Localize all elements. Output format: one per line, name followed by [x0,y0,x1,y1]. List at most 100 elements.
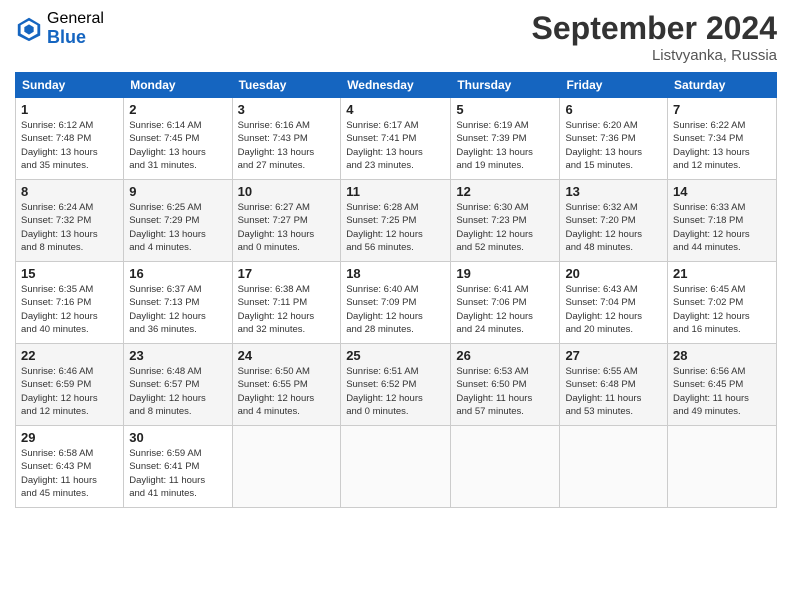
calendar-cell: 6Sunrise: 6:20 AM Sunset: 7:36 PM Daylig… [560,98,668,180]
day-number: 17 [238,266,336,281]
day-number: 5 [456,102,554,117]
day-number: 24 [238,348,336,363]
day-number: 2 [129,102,226,117]
calendar-cell: 18Sunrise: 6:40 AM Sunset: 7:09 PM Dayli… [341,262,451,344]
weekday-header-monday: Monday [124,73,232,98]
day-info: Sunrise: 6:25 AM Sunset: 7:29 PM Dayligh… [129,201,226,254]
day-number: 21 [673,266,771,281]
day-info: Sunrise: 6:35 AM Sunset: 7:16 PM Dayligh… [21,283,118,336]
calendar-cell [341,426,451,508]
day-info: Sunrise: 6:56 AM Sunset: 6:45 PM Dayligh… [673,365,771,418]
calendar-cell: 11 Sunrise: 6:28 AM Sunset: 7:25 PM Dayli… [341,180,451,262]
weekday-header-wednesday: Wednesday [341,73,451,98]
day-info: Sunrise: 6:24 AM Sunset: 7:32 PM Dayligh… [21,201,118,254]
day-number: 4 [346,102,445,117]
day-number: 3 [238,102,336,117]
day-info: Sunrise: 6:33 AM Sunset: 7:18 PM Dayligh… [673,201,771,254]
calendar-cell: 17 Sunrise: 6:38 AM Sunset: 7:11 PM Dayli… [232,262,341,344]
weekday-header-friday: Friday [560,73,668,98]
day-number: 14 [673,184,771,199]
day-info: Sunrise: 6:41 AM Sunset: 7:06 PM Dayligh… [456,283,554,336]
day-info: Sunrise: 6:30 AM Sunset: 7:23 PM Dayligh… [456,201,554,254]
day-info: Sunrise: 6:37 AM Sunset: 7:13 PM Dayligh… [129,283,226,336]
calendar-cell: 9 Sunrise: 6:25 AM Sunset: 7:29 PM Daylig… [124,180,232,262]
day-number: 16 [129,266,226,281]
logo: General Blue [15,10,104,47]
calendar-cell [668,426,777,508]
location-subtitle: Listvyanka, Russia [532,47,777,64]
day-info: Sunrise: 6:40 AM Sunset: 7:09 PM Dayligh… [346,283,445,336]
calendar-week-1: 1 Sunrise: 6:12 AM Sunset: 7:48 PM Daylig… [16,98,777,180]
day-number: 30 [129,430,226,445]
day-number: 15 [21,266,118,281]
calendar-cell [451,426,560,508]
day-number: 28 [673,348,771,363]
calendar-cell [560,426,668,508]
day-number: 9 [129,184,226,199]
title-block: September 2024 Listvyanka, Russia [532,10,777,64]
calendar-week-5: 29 Sunrise: 6:58 AM Sunset: 6:43 PM Dayli… [16,426,777,508]
calendar-cell: 8Sunrise: 6:24 AM Sunset: 7:32 PM Daylig… [16,180,124,262]
day-info: Sunrise: 6:43 AM Sunset: 7:04 PM Dayligh… [565,283,662,336]
calendar-cell: 21 Sunrise: 6:45 AM Sunset: 7:02 PM Dayli… [668,262,777,344]
day-info: Sunrise: 6:45 AM Sunset: 7:02 PM Dayligh… [673,283,771,336]
calendar-cell: 26 Sunrise: 6:53 AM Sunset: 6:50 PM Dayli… [451,344,560,426]
day-info: Sunrise: 6:17 AM Sunset: 7:41 PM Dayligh… [346,119,445,172]
calendar-cell: 19 Sunrise: 6:41 AM Sunset: 7:06 PM Dayli… [451,262,560,344]
calendar-cell: 22 Sunrise: 6:46 AM Sunset: 6:59 PM Dayli… [16,344,124,426]
calendar-cell [232,426,341,508]
day-number: 13 [565,184,662,199]
weekday-header-tuesday: Tuesday [232,73,341,98]
day-info: Sunrise: 6:27 AM Sunset: 7:27 PM Dayligh… [238,201,336,254]
weekday-header-thursday: Thursday [451,73,560,98]
calendar-cell: 3Sunrise: 6:16 AM Sunset: 7:43 PM Daylig… [232,98,341,180]
logo-general: General [47,10,104,28]
day-info: Sunrise: 6:46 AM Sunset: 6:59 PM Dayligh… [21,365,118,418]
calendar-table: SundayMondayTuesdayWednesdayThursdayFrid… [15,72,777,508]
day-info: Sunrise: 6:28 AM Sunset: 7:25 PM Dayligh… [346,201,445,254]
day-info: Sunrise: 6:58 AM Sunset: 6:43 PM Dayligh… [21,447,118,500]
month-title: September 2024 [532,10,777,47]
calendar-cell: 7 Sunrise: 6:22 AM Sunset: 7:34 PM Daylig… [668,98,777,180]
calendar-cell: 2 Sunrise: 6:14 AM Sunset: 7:45 PM Daylig… [124,98,232,180]
day-info: Sunrise: 6:14 AM Sunset: 7:45 PM Dayligh… [129,119,226,172]
calendar-cell: 28 Sunrise: 6:56 AM Sunset: 6:45 PM Dayli… [668,344,777,426]
day-info: Sunrise: 6:50 AM Sunset: 6:55 PM Dayligh… [238,365,336,418]
logo-text: General Blue [47,10,104,47]
calendar-cell: 10Sunrise: 6:27 AM Sunset: 7:27 PM Dayli… [232,180,341,262]
day-number: 7 [673,102,771,117]
calendar-week-3: 15 Sunrise: 6:35 AM Sunset: 7:16 PM Dayli… [16,262,777,344]
day-info: Sunrise: 6:38 AM Sunset: 7:11 PM Dayligh… [238,283,336,336]
calendar-cell: 4 Sunrise: 6:17 AM Sunset: 7:41 PM Daylig… [341,98,451,180]
day-info: Sunrise: 6:22 AM Sunset: 7:34 PM Dayligh… [673,119,771,172]
calendar-cell: 29 Sunrise: 6:58 AM Sunset: 6:43 PM Dayli… [16,426,124,508]
day-info: Sunrise: 6:12 AM Sunset: 7:48 PM Dayligh… [21,119,118,172]
logo-icon [15,15,43,43]
day-number: 11 [346,184,445,199]
day-number: 26 [456,348,554,363]
day-info: Sunrise: 6:59 AM Sunset: 6:41 PM Dayligh… [129,447,226,500]
day-number: 29 [21,430,118,445]
calendar-week-2: 8Sunrise: 6:24 AM Sunset: 7:32 PM Daylig… [16,180,777,262]
day-number: 23 [129,348,226,363]
day-info: Sunrise: 6:51 AM Sunset: 6:52 PM Dayligh… [346,365,445,418]
day-number: 20 [565,266,662,281]
day-number: 1 [21,102,118,117]
day-info: Sunrise: 6:55 AM Sunset: 6:48 PM Dayligh… [565,365,662,418]
calendar-cell: 13Sunrise: 6:32 AM Sunset: 7:20 PM Dayli… [560,180,668,262]
day-number: 19 [456,266,554,281]
calendar-header-row: SundayMondayTuesdayWednesdayThursdayFrid… [16,73,777,98]
day-info: Sunrise: 6:19 AM Sunset: 7:39 PM Dayligh… [456,119,554,172]
calendar-cell: 5 Sunrise: 6:19 AM Sunset: 7:39 PM Daylig… [451,98,560,180]
day-info: Sunrise: 6:53 AM Sunset: 6:50 PM Dayligh… [456,365,554,418]
calendar-week-4: 22 Sunrise: 6:46 AM Sunset: 6:59 PM Dayli… [16,344,777,426]
calendar-cell: 12Sunrise: 6:30 AM Sunset: 7:23 PM Dayli… [451,180,560,262]
day-number: 22 [21,348,118,363]
calendar-cell: 16 Sunrise: 6:37 AM Sunset: 7:13 PM Dayli… [124,262,232,344]
day-number: 27 [565,348,662,363]
logo-blue: Blue [47,28,104,48]
calendar-cell: 25Sunrise: 6:51 AM Sunset: 6:52 PM Dayli… [341,344,451,426]
calendar-cell: 27 Sunrise: 6:55 AM Sunset: 6:48 PM Dayli… [560,344,668,426]
calendar-cell: 30 Sunrise: 6:59 AM Sunset: 6:41 PM Dayli… [124,426,232,508]
calendar-cell: 23Sunrise: 6:48 AM Sunset: 6:57 PM Dayli… [124,344,232,426]
